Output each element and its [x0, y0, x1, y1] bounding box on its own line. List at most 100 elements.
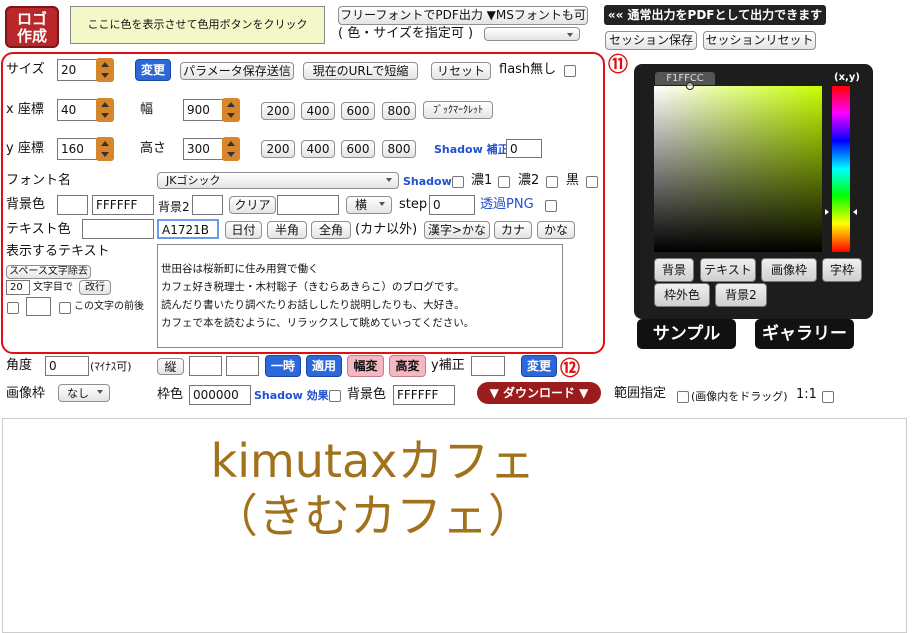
font-select[interactable]: JKゴシック	[157, 172, 399, 189]
text-color-input[interactable]: A1721B	[157, 219, 219, 239]
before-char-checkbox[interactable]	[7, 302, 19, 314]
picker-bg-button[interactable]: 背景	[654, 258, 694, 282]
picker-frame-button[interactable]: 画像枠	[761, 258, 817, 282]
width-preset-400[interactable]: 400	[301, 102, 335, 120]
shadow-checkbox[interactable]	[452, 176, 464, 188]
width-preset-800[interactable]: 800	[382, 102, 416, 120]
gallery-button[interactable]: ギャラリー	[755, 319, 854, 349]
download-button[interactable]: ▼ ダウンロード ▼	[477, 382, 601, 404]
y-fix-input[interactable]	[471, 356, 505, 376]
picker-text-button[interactable]: テキスト	[700, 258, 756, 282]
reset-button[interactable]: リセット	[431, 62, 491, 80]
range-checkbox[interactable]	[677, 391, 689, 403]
bg-label: 背景色	[6, 197, 46, 212]
vertical-input-2[interactable]	[226, 356, 259, 376]
katakana-button[interactable]: カナ	[494, 221, 532, 239]
x-input[interactable]: 40	[57, 99, 97, 121]
width-label: 幅	[140, 102, 154, 117]
dark2-checkbox[interactable]	[546, 176, 558, 188]
picker-cursor-icon[interactable]	[686, 82, 694, 90]
y-label: y 座標	[6, 141, 44, 156]
y-stepper[interactable]	[96, 137, 114, 161]
full-width-button[interactable]: 全角	[311, 221, 351, 239]
height-stepper[interactable]	[222, 137, 240, 161]
width-preset-200[interactable]: 200	[261, 102, 295, 120]
saturation-field[interactable]	[654, 86, 822, 252]
pdf-font-select[interactable]	[484, 27, 580, 41]
clear-button[interactable]: クリア	[229, 196, 276, 214]
height-change-button[interactable]: 高変	[389, 355, 426, 377]
bg-color-input[interactable]: FFFFFF	[92, 195, 154, 215]
preview-text-line-1: kimutaxカフェ	[210, 434, 536, 488]
bg2-color-input[interactable]	[277, 195, 339, 215]
ratio-checkbox[interactable]	[822, 391, 834, 403]
x-stepper[interactable]	[96, 98, 114, 122]
hiragana-button[interactable]: かな	[537, 221, 575, 239]
shadow-effect-checkbox[interactable]	[329, 390, 341, 402]
picker-bg2-button[interactable]: 背景2	[715, 283, 767, 307]
height-preset-400[interactable]: 400	[301, 140, 335, 158]
dark1-checkbox[interactable]	[498, 176, 510, 188]
vertical-input-1[interactable]	[189, 356, 222, 376]
y-fix-label: y補正	[431, 358, 465, 373]
bg-swatch[interactable]	[57, 195, 88, 215]
bg-color-input[interactable]: FFFFFF	[393, 385, 455, 405]
half-width-button[interactable]: 半角	[267, 221, 307, 239]
hue-arrow-left-icon[interactable]	[825, 209, 829, 215]
black-checkbox[interactable]	[586, 176, 598, 188]
picker-char-frame-button[interactable]: 字枠	[822, 258, 862, 282]
font-label: フォント名	[6, 173, 72, 188]
param-save-button[interactable]: パラメータ保存送信	[180, 62, 294, 80]
size-stepper[interactable]	[96, 58, 114, 82]
frame-select[interactable]: なし	[58, 384, 110, 402]
space-remove-button[interactable]: スペース文字除去	[6, 265, 91, 279]
color-hint-box: ここに色を表示させて色用ボタンをクリック	[70, 6, 325, 44]
before-char-checkbox-2[interactable]	[59, 302, 71, 314]
wrap-input[interactable]: 20	[6, 280, 30, 295]
session-reset-button[interactable]: セッションリセット	[703, 31, 816, 50]
text-color-swatch[interactable]	[82, 219, 154, 239]
width-change-button[interactable]: 幅変	[347, 355, 384, 377]
wrap-button[interactable]: 改行	[79, 280, 111, 295]
vertical-button[interactable]: 縦	[157, 358, 184, 375]
border-color-input[interactable]: 000000	[189, 385, 251, 405]
flash-checkbox[interactable]	[564, 65, 576, 77]
date-button[interactable]: 日付	[225, 221, 262, 239]
hue-slider[interactable]	[832, 86, 850, 252]
height-preset-200[interactable]: 200	[261, 140, 295, 158]
temp-button[interactable]: 一時	[265, 355, 301, 377]
bg2-label: 背景2	[158, 200, 190, 214]
angle-input[interactable]: 0	[45, 356, 89, 376]
height-preset-800[interactable]: 800	[382, 140, 416, 158]
shadow-fix-input[interactable]: 0	[506, 139, 542, 158]
hue-arrow-right-icon[interactable]	[853, 209, 857, 215]
lower-change-button[interactable]: 変更	[521, 355, 557, 377]
step-input[interactable]: 0	[429, 195, 475, 215]
size-input[interactable]: 20	[57, 59, 97, 81]
direction-select[interactable]: 横	[346, 196, 392, 214]
before-char-input[interactable]	[26, 297, 51, 316]
apply-button[interactable]: 適用	[306, 355, 342, 377]
marker-12: ⑫	[560, 356, 580, 380]
width-preset-600[interactable]: 600	[341, 102, 375, 120]
hex-value-tab: F1FFCC	[655, 72, 715, 85]
bookmarklet-button[interactable]: ﾌﾞｯｸﾏｰｸﾚｯﾄ	[423, 101, 493, 119]
pdf-export-button[interactable]: フリーフォントでPDF出力 ▼MSフォントも可	[338, 6, 588, 25]
height-input[interactable]: 300	[183, 138, 223, 160]
display-text-area[interactable]: 世田谷は桜新町に住み用賀で働く カフェ好き税理士・木村聡子（きむらあきらこ）のブ…	[157, 244, 563, 348]
bg2-swatch[interactable]	[192, 195, 223, 215]
transparent-png-checkbox[interactable]	[545, 200, 557, 212]
text-color-label: テキスト色	[6, 222, 71, 237]
dark1-label: 濃1	[471, 173, 493, 188]
url-shorten-button[interactable]: 現在のURLで短縮	[303, 62, 418, 80]
sample-button[interactable]: サンプル	[637, 319, 736, 349]
height-preset-600[interactable]: 600	[341, 140, 375, 158]
logo-button[interactable]: ロゴ 作成	[5, 6, 59, 48]
size-change-button[interactable]: 変更	[135, 59, 171, 81]
width-stepper[interactable]	[222, 98, 240, 122]
range-label: 範囲指定	[614, 386, 667, 401]
picker-outer-color-button[interactable]: 枠外色	[654, 283, 710, 307]
width-input[interactable]: 900	[183, 99, 223, 121]
kanji-to-kana-button[interactable]: 漢字>かな	[424, 221, 490, 239]
y-input[interactable]: 160	[57, 138, 97, 160]
